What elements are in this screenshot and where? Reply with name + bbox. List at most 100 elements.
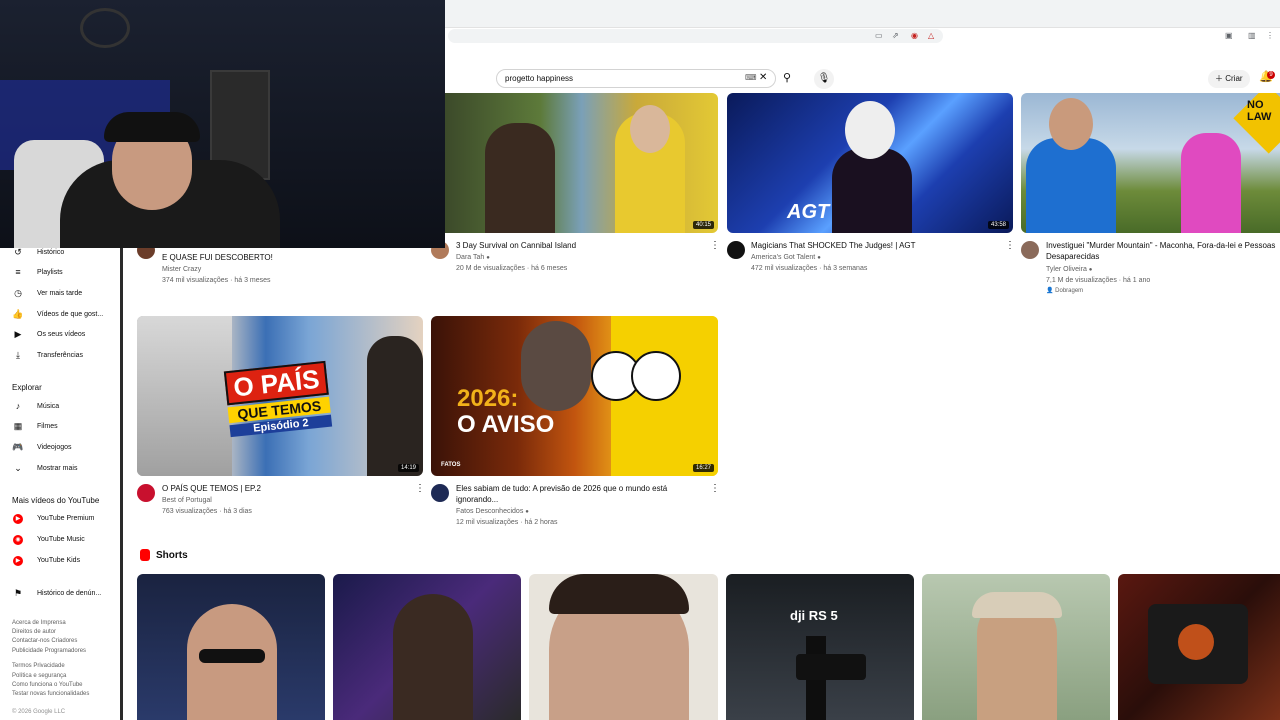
search-input[interactable]: progetto happiness xyxy=(496,69,776,88)
short-thumbnail[interactable] xyxy=(529,574,718,720)
sidebar-item-gaming[interactable]: 🎮 Videojogos xyxy=(12,438,72,456)
footer-links[interactable]: Contactar-nos Criadores xyxy=(12,638,77,644)
sidebar-item-liked[interactable]: 👍 Vídeos de que gost... xyxy=(12,305,103,323)
footer-links[interactable]: Acerca de Imprensa xyxy=(12,620,66,626)
playlist-icon: ≡ xyxy=(15,267,21,277)
youtube-kids-icon: ▶ xyxy=(12,554,24,566)
menu-icon[interactable]: ⋮ xyxy=(1266,31,1274,40)
sidebar-item-films[interactable]: ▦ Filmes xyxy=(12,417,58,435)
channel-name[interactable]: Fatos Desconhecidos xyxy=(456,508,523,515)
create-label: Criar xyxy=(1225,74,1243,83)
video-thumbnail[interactable]: 40:15 xyxy=(445,93,718,233)
sidepanel-icon[interactable]: ▥ xyxy=(1248,31,1256,40)
music-icon: ♪ xyxy=(15,401,21,411)
extension-icon[interactable]: ◉ xyxy=(911,31,918,40)
sidebar-item-watch-later[interactable]: ◷ Ver mais tarde xyxy=(12,284,82,302)
video-duration: 40:15 xyxy=(692,221,714,229)
dji-logo-text: dji RS 5 xyxy=(790,608,838,623)
channel-avatar[interactable] xyxy=(137,484,155,502)
video-stats: 763 visualizações · há 3 dias xyxy=(162,508,252,515)
thumbnail-glasses xyxy=(199,649,265,663)
share-icon[interactable]: ⇗ xyxy=(892,31,899,40)
video-duration: 16:27 xyxy=(692,464,714,472)
sidebar-item-label: Filmes xyxy=(37,422,58,430)
dubbed-badge: Dobragem xyxy=(1055,288,1084,294)
webcam-person-cap xyxy=(104,112,200,142)
video-stats: 374 mil visualizações · há 3 meses xyxy=(162,277,271,284)
search-icon[interactable]: ⚲ xyxy=(783,71,791,84)
thumbnail-hair xyxy=(549,574,689,614)
short-thumbnail[interactable] xyxy=(333,574,521,720)
sidebar-item-label: Playlists xyxy=(37,268,63,276)
channel-name[interactable]: Best of Portugal xyxy=(162,495,212,506)
footer-links[interactable]: Publicidade Programadores xyxy=(12,648,86,654)
short-thumbnail[interactable]: dji RS 5 xyxy=(726,574,914,720)
warning-icon[interactable]: △ xyxy=(928,31,934,40)
sidebar-item-label: Música xyxy=(37,402,60,410)
sidebar-item-kids[interactable]: ▶ YouTube Kids xyxy=(12,551,80,569)
short-thumbnail[interactable] xyxy=(922,574,1110,720)
sidebar-item-downloads[interactable]: ⤓ Transferências xyxy=(12,346,83,364)
verified-icon: ● xyxy=(486,255,490,261)
more-options-icon[interactable]: ⋮ xyxy=(1005,240,1015,251)
video-title[interactable]: E QUASE FUI DESCOBERTO! xyxy=(162,252,422,263)
gamepad-icon: 🎮 xyxy=(12,441,24,452)
channel-name[interactable]: Tyler Oliveira xyxy=(1046,266,1087,273)
thumbnail-figure xyxy=(393,594,473,720)
video-title[interactable]: 3 Day Survival on Cannibal Island xyxy=(456,240,701,251)
sidebar-item-premium[interactable]: ▶ YouTube Premium xyxy=(12,509,94,527)
short-thumbnail[interactable] xyxy=(1118,574,1280,720)
video-stats: 7,1 M de visualizações · há 1 ano xyxy=(1046,277,1151,284)
shorts-header: Shorts xyxy=(140,549,188,561)
short-thumbnail[interactable] xyxy=(137,574,325,720)
video-thumbnail[interactable]: AGT 43:58 xyxy=(727,93,1013,233)
more-options-icon[interactable]: ⋮ xyxy=(710,483,720,494)
video-title[interactable]: Investiguei "Murder Mountain" - Maconha,… xyxy=(1046,240,1280,262)
history-icon: ↺ xyxy=(14,246,22,257)
channel-avatar[interactable] xyxy=(431,484,449,502)
more-options-icon[interactable]: ⋮ xyxy=(710,240,720,251)
video-title[interactable]: Magicians That SHOCKED The Judges! | AGT xyxy=(751,240,996,251)
more-options-icon[interactable]: ⋮ xyxy=(415,483,425,494)
cast-icon[interactable]: ▭ xyxy=(875,31,883,40)
channel-name[interactable]: America's Got Talent xyxy=(751,254,815,261)
video-thumbnail[interactable]: 2026: O AVISO FATOS 16:27 xyxy=(431,316,718,476)
thumbnail-figure xyxy=(1181,133,1241,233)
channel-name[interactable]: Mister Crazy xyxy=(162,264,201,275)
sidebar-divider xyxy=(120,248,123,720)
video-title[interactable]: O PAÍS QUE TEMOS | EP.2 xyxy=(162,483,407,494)
clear-search-icon[interactable]: ✕ xyxy=(759,72,767,83)
sidebar-item-report-history[interactable]: ⚑ Histórico de denún... xyxy=(12,584,101,602)
footer-links[interactable]: Termos Privacidade xyxy=(12,663,65,669)
channel-name[interactable]: Dara Tah xyxy=(456,254,484,261)
sidebar-item-label: Videojogos xyxy=(37,443,72,451)
translate-icon[interactable]: ▣ xyxy=(1225,31,1233,40)
chevron-down-icon: ⌄ xyxy=(14,462,22,473)
video-thumbnail[interactable]: O PAÍS QUE TEMOS Episódio 2 14:19 xyxy=(137,316,423,476)
video-thumbnail[interactable]: NO LAW xyxy=(1021,93,1280,233)
keyboard-icon[interactable]: ⌨ xyxy=(745,73,757,82)
verified-icon: ● xyxy=(817,255,821,261)
mic-icon[interactable]: 🎙 xyxy=(814,69,834,89)
flag-icon: ⚑ xyxy=(13,587,23,598)
thumbnail-text-year: 2026: xyxy=(457,385,519,412)
create-button[interactable]: ＋ Criar xyxy=(1208,70,1250,88)
sidebar-item-playlists[interactable]: ≡ Playlists xyxy=(12,263,63,281)
thumbnail-car xyxy=(137,316,232,476)
sidebar-item-your-videos[interactable]: ▶ Os seus vídeos xyxy=(12,325,86,343)
sidebar-item-music[interactable]: ♪ Música xyxy=(12,397,59,415)
channel-avatar[interactable] xyxy=(1021,241,1039,259)
footer-links[interactable]: Testar novas funcionalidades xyxy=(12,691,89,697)
sidebar-section-more: Mais vídeos do YouTube xyxy=(12,496,100,505)
address-bar[interactable] xyxy=(448,29,943,43)
sidebar-item-show-more[interactable]: ⌄ Mostrar mais xyxy=(12,459,77,477)
no-law-sign-text: NO LAW xyxy=(1247,99,1272,123)
channel-avatar[interactable] xyxy=(727,241,745,259)
footer-links[interactable]: Direitos de autor xyxy=(12,629,56,635)
footer-links[interactable]: Política e segurança xyxy=(12,673,66,679)
footer-links[interactable]: Como funciona o YouTube xyxy=(12,682,83,688)
thumb-up-icon: 👍 xyxy=(12,308,24,319)
clock-icon: ◷ xyxy=(14,287,22,298)
video-title[interactable]: Eles sabiam de tudo: A previsão de 2026 … xyxy=(456,483,701,505)
sidebar-item-music-app[interactable]: ◉ YouTube Music xyxy=(12,530,85,548)
